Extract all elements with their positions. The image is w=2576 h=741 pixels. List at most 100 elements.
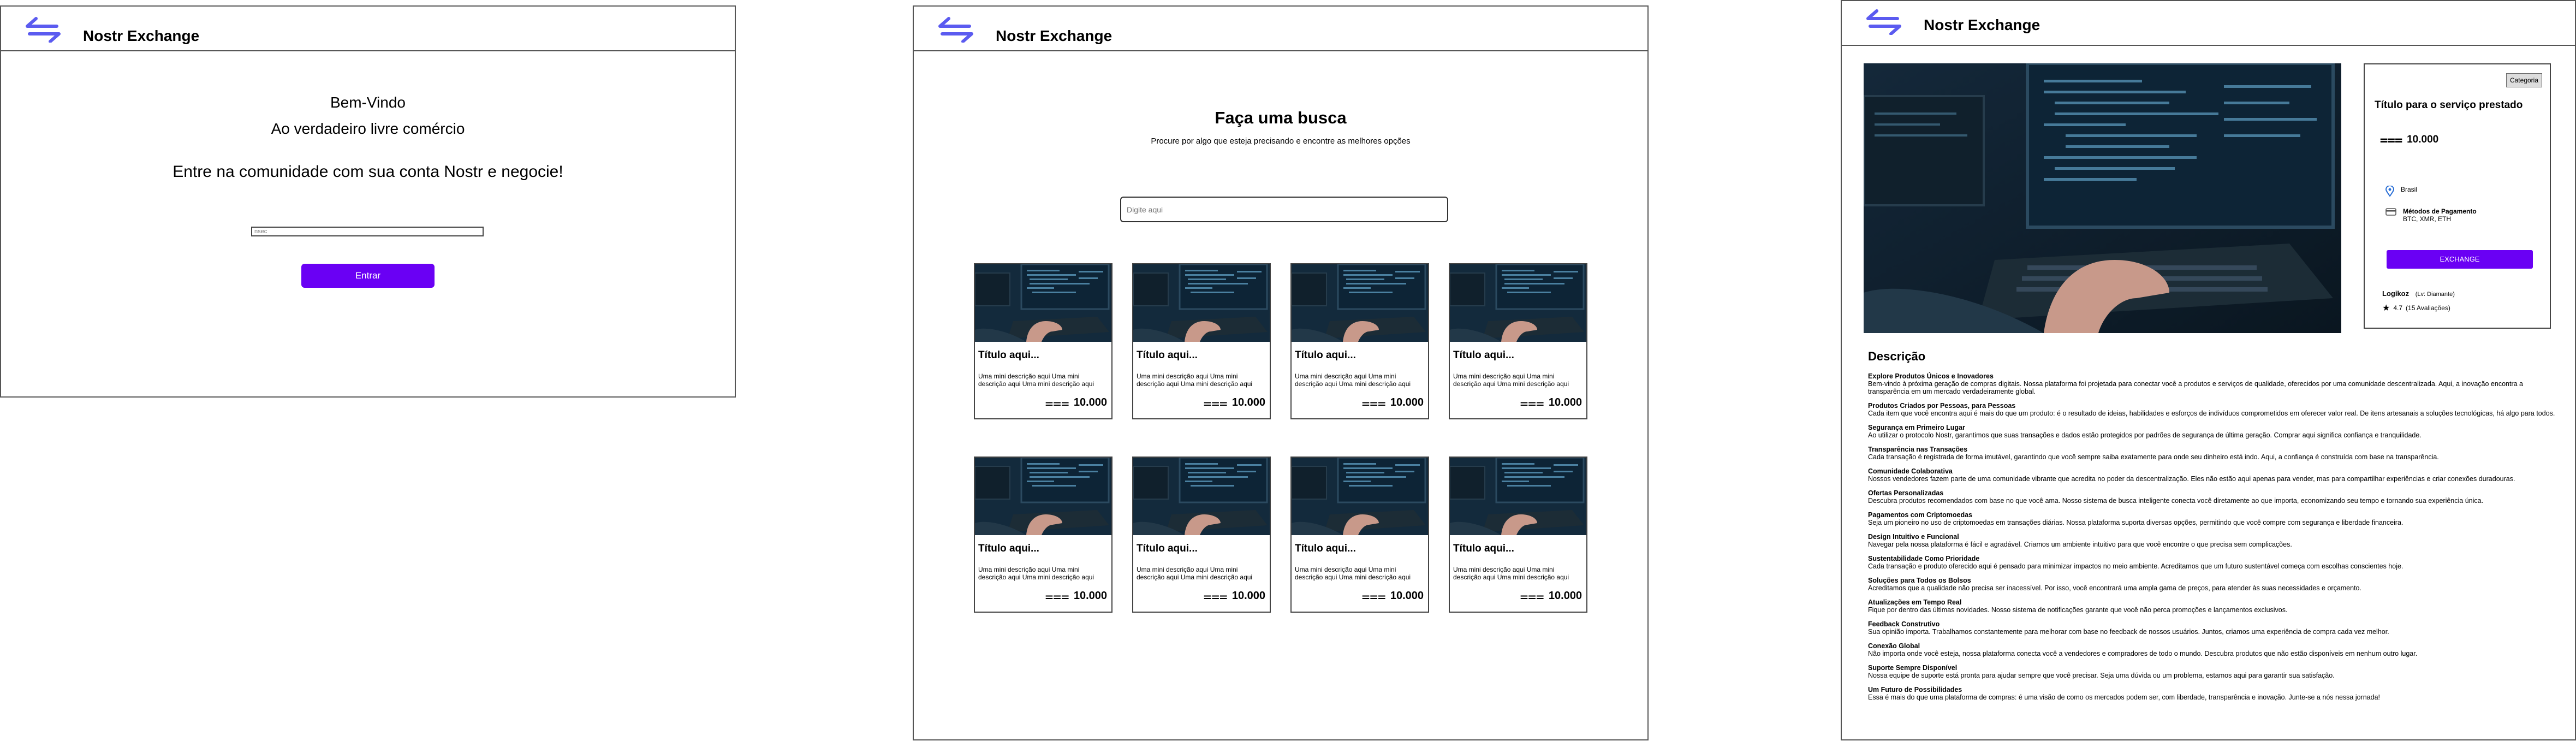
section-text: Essa é mais do que uma plataforma de com… [1868, 693, 2381, 701]
payment-methods: BTC, XMR, ETH [2403, 215, 2452, 223]
card-description: Uma mini descrição aqui Uma mini descriç… [1453, 372, 1569, 388]
satoshi-icon: ⩶ [1203, 394, 1228, 411]
brand-title: Nostr Exchange [83, 27, 200, 44]
welcome-text: Bem-Vindo [330, 94, 406, 111]
card-title[interactable]: Título aqui... [1137, 349, 1198, 361]
satoshi-icon: ⩶ [1520, 588, 1544, 604]
card-price: ⩶ 10.000 [1520, 589, 1582, 603]
payment-row: Métodos de Pagamento BTC, XMR, ETH [2385, 208, 2477, 223]
card-description: Uma mini descrição aqui Uma mini descriç… [978, 372, 1094, 388]
header: Nostr Exchange [1842, 1, 2575, 46]
product-thumbnail[interactable] [1450, 264, 1586, 342]
section-text: Cada transação e produto oferecido aqui … [1868, 562, 2404, 570]
product-title: Título para o serviço prestado [2375, 99, 2523, 111]
exchange-arrows-icon[interactable] [24, 16, 62, 43]
section-text: Cada item que você encontra aqui é mais … [1868, 410, 2555, 417]
section-title: Design Intuitivo e Funcional [1868, 533, 1959, 541]
header: Nostr Exchange [1, 7, 735, 51]
description-section: Feedback Construtivo Sua opinião importa.… [1868, 620, 2561, 636]
card-price-value: 10.000 [1548, 589, 1582, 602]
rating-value: 4.7 [2393, 304, 2403, 312]
search-subheading: Procure por algo que esteja precisando e… [1151, 137, 1411, 146]
section-title: Soluções para Todos os Bolsos [1868, 577, 1971, 584]
section-title: Pagamentos com Criptomoedas [1868, 511, 1973, 519]
category-badge[interactable]: Categoria [2506, 73, 2542, 87]
product-thumbnail[interactable] [1133, 458, 1270, 535]
description-section: Conexão Global Não importa onde você este… [1868, 642, 2561, 657]
card-title[interactable]: Título aqui... [978, 543, 1039, 555]
product-thumbnail[interactable] [1292, 458, 1428, 535]
product-card[interactable]: Título aqui... Uma mini descrição aqui Um… [1449, 263, 1587, 419]
card-price: ⩶ 10.000 [1045, 589, 1107, 603]
description-section: Ofertas Personalizadas Descubra produtos … [1868, 489, 2561, 505]
description-section: Segurança em Primeiro Lugar Ao utilizar o… [1868, 424, 2561, 439]
description-section: Atualizações em Tempo Real Fique por dent… [1868, 598, 2561, 614]
card-price-value: 10.000 [1390, 589, 1424, 602]
product-thumbnail[interactable] [975, 458, 1111, 535]
product-card[interactable]: Título aqui... Uma mini descrição aqui Um… [974, 263, 1113, 419]
seller-info[interactable]: Logikoz (Lv: Diamante) [2382, 289, 2455, 298]
satoshi-icon: ⩶ [1361, 588, 1386, 604]
reviews-count[interactable]: (15 Avaliações) [2406, 304, 2450, 312]
description-section: Explore Produtos Únicos e Inovadores Bem-… [1868, 372, 2561, 395]
card-price: ⩶ 10.000 [1203, 589, 1265, 603]
card-description: Uma mini descrição aqui Uma mini descriç… [978, 566, 1094, 581]
product-price: ⩶ 10.000 [2380, 133, 2438, 146]
section-text: Nossa equipe de suporte está pronta para… [1868, 672, 2335, 679]
star-icon: ★ [2382, 304, 2390, 313]
product-thumbnail[interactable] [975, 264, 1111, 342]
product-card[interactable]: Título aqui... Uma mini descrição aqui Um… [1132, 263, 1271, 419]
section-title: Comunidade Colaborativa [1868, 467, 1953, 475]
enter-button[interactable]: Entrar [301, 264, 435, 288]
nsec-input[interactable] [251, 227, 484, 236]
description-section: Design Intuitivo e Funcional Navegar pela… [1868, 533, 2561, 548]
card-title[interactable]: Título aqui... [978, 349, 1039, 361]
product-card[interactable]: Título aqui... Uma mini descrição aqui Um… [1449, 457, 1587, 613]
description-section: Produtos Criados por Pessoas, para Pesso… [1868, 402, 2561, 417]
card-price-value: 10.000 [1073, 589, 1107, 602]
product-card[interactable]: Título aqui... Uma mini descrição aqui Um… [974, 457, 1113, 613]
search-input[interactable] [1120, 197, 1448, 222]
card-title[interactable]: Título aqui... [1137, 543, 1198, 555]
product-card[interactable]: Título aqui... Uma mini descrição aqui Um… [1290, 263, 1429, 419]
section-text: Navegar pela nossa plataforma é fácil e … [1868, 541, 2292, 548]
description-section: Sustentabilidade Como Prioridade Cada tra… [1868, 555, 2561, 570]
section-text: Bem-vindo à próxima geração de compras d… [1868, 380, 2523, 395]
card-title[interactable]: Título aqui... [1453, 349, 1514, 361]
section-text: Descubra produtos recomendados com base … [1868, 497, 2484, 505]
section-title: Transparência nas Transações [1868, 446, 1968, 453]
card-description: Uma mini descrição aqui Uma mini descriç… [1137, 372, 1253, 388]
card-price: ⩶ 10.000 [1361, 395, 1424, 410]
card-title[interactable]: Título aqui... [1295, 349, 1356, 361]
location-row: Brasil [2385, 186, 2417, 197]
satoshi-icon: ⩶ [1203, 588, 1228, 604]
card-description: Uma mini descrição aqui Uma mini descriç… [1453, 566, 1569, 581]
product-thumbnail[interactable] [1450, 458, 1586, 535]
satoshi-icon: ⩶ [1361, 394, 1386, 411]
exchange-button[interactable]: EXCHANGE [2387, 250, 2533, 269]
card-title[interactable]: Título aqui... [1295, 543, 1356, 555]
description-body: Explore Produtos Únicos e Inovadores Bem-… [1868, 372, 2561, 708]
section-title: Sustentabilidade Como Prioridade [1868, 555, 1980, 562]
product-card[interactable]: Título aqui... Uma mini descrição aqui Um… [1290, 457, 1429, 613]
description-section: Pagamentos com Criptomoedas Seja um pione… [1868, 511, 2561, 526]
location-pin-icon [2385, 186, 2394, 197]
section-text: Acreditamos que a qualidade não precisa … [1868, 584, 2361, 592]
section-title: Ofertas Personalizadas [1868, 489, 1944, 497]
exchange-arrows-icon[interactable] [1865, 9, 1903, 35]
product-thumbnail[interactable] [1133, 264, 1270, 342]
seller-name[interactable]: Logikoz [2382, 289, 2409, 298]
description-section: Um Futuro de Possibilidades Essa é mais d… [1868, 686, 2561, 701]
description-section: Suporte Sempre Disponível Nossa equipe de… [1868, 664, 2561, 679]
section-title: Segurança em Primeiro Lugar [1868, 424, 1965, 431]
price-value: 10.000 [2407, 134, 2439, 145]
product-thumbnail[interactable] [1292, 264, 1428, 342]
card-description: Uma mini descrição aqui Uma mini descriç… [1295, 372, 1411, 388]
satoshi-icon: ⩶ [1045, 394, 1069, 411]
card-price-value: 10.000 [1073, 396, 1107, 408]
product-card[interactable]: Título aqui... Uma mini descrição aqui Um… [1132, 457, 1271, 613]
exchange-arrows-icon[interactable] [937, 16, 975, 43]
card-title[interactable]: Título aqui... [1453, 543, 1514, 555]
credit-card-icon [2385, 208, 2396, 216]
satoshi-icon: ⩶ [1520, 394, 1544, 411]
